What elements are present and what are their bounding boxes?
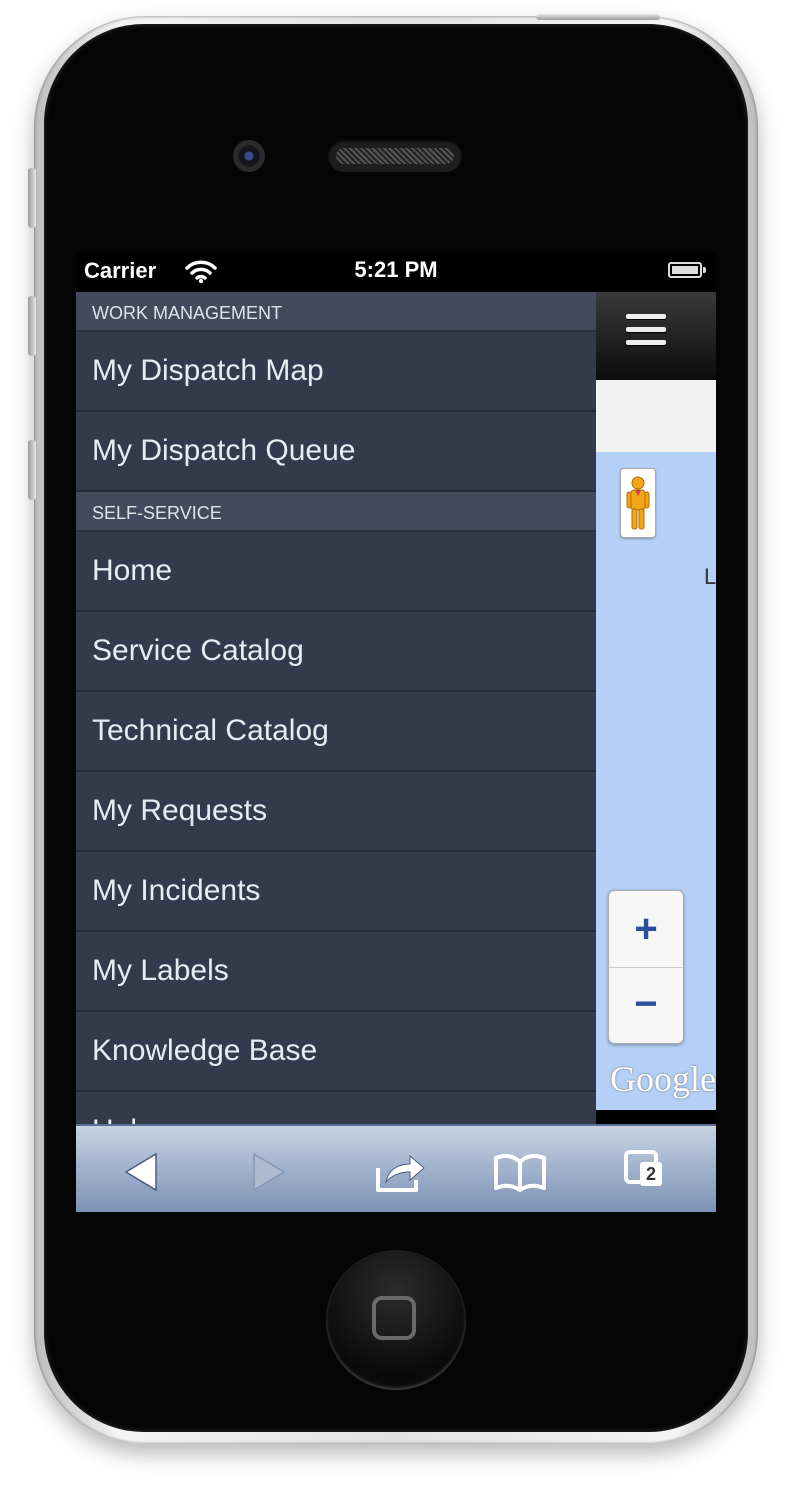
menu-item-help[interactable]: Help xyxy=(76,1092,596,1124)
forward-icon[interactable] xyxy=(248,1148,304,1196)
bookmarks-icon[interactable] xyxy=(492,1148,548,1196)
app-subheader xyxy=(596,380,716,453)
menu-icon[interactable] xyxy=(626,314,666,350)
menu-item-my-incidents[interactable]: My Incidents xyxy=(76,852,596,932)
volume-up-button xyxy=(28,296,36,356)
app-header xyxy=(596,292,716,380)
menu-section-header-work-management: WORK MANAGEMENT xyxy=(76,292,596,332)
front-camera xyxy=(233,140,265,172)
menu-item-my-dispatch-map[interactable]: My Dispatch Map xyxy=(76,332,596,412)
menu-item-my-requests[interactable]: My Requests xyxy=(76,772,596,852)
menu-item-home[interactable]: Home xyxy=(76,532,596,612)
menu-item-my-dispatch-queue[interactable]: My Dispatch Queue xyxy=(76,412,596,492)
side-menu: WORK MANAGEMENT My Dispatch Map My Dispa… xyxy=(76,292,596,1124)
menu-item-technical-catalog[interactable]: Technical Catalog xyxy=(76,692,596,772)
menu-section-header-self-service: SELF-SERVICE xyxy=(76,492,596,532)
tabs-icon[interactable]: 2 xyxy=(620,1148,676,1196)
back-icon[interactable] xyxy=(120,1148,176,1196)
status-bar: Carrier 5:21 PM xyxy=(76,252,716,292)
zoom-control: + − xyxy=(608,890,684,1044)
volume-down-button xyxy=(28,440,36,500)
menu-item-my-labels[interactable]: My Labels xyxy=(76,932,596,1012)
menu-item-knowledge-base[interactable]: Knowledge Base xyxy=(76,1012,596,1092)
sleep-button xyxy=(536,14,660,20)
map-label: L xyxy=(704,564,716,589)
tabs-count: 2 xyxy=(640,1162,662,1186)
earpiece-speaker xyxy=(328,140,462,172)
browser-toolbar: 2 xyxy=(76,1124,716,1212)
mute-switch xyxy=(28,168,36,228)
map-view[interactable]: L + − Google xyxy=(596,452,716,1110)
home-button-icon xyxy=(372,1296,416,1340)
zoom-in-button[interactable]: + xyxy=(609,891,683,968)
pegman-icon[interactable] xyxy=(620,468,656,538)
zoom-out-button[interactable]: − xyxy=(609,968,683,1043)
home-button[interactable] xyxy=(326,1250,466,1390)
google-logo: Google xyxy=(610,1059,716,1099)
menu-item-service-catalog[interactable]: Service Catalog xyxy=(76,612,596,692)
screen: Carrier 5:21 PM L + − Google WORK MANAGE… xyxy=(76,252,716,1212)
status-clock: 5:21 PM xyxy=(354,257,438,282)
battery-icon xyxy=(668,262,706,278)
share-icon[interactable] xyxy=(372,1148,428,1196)
